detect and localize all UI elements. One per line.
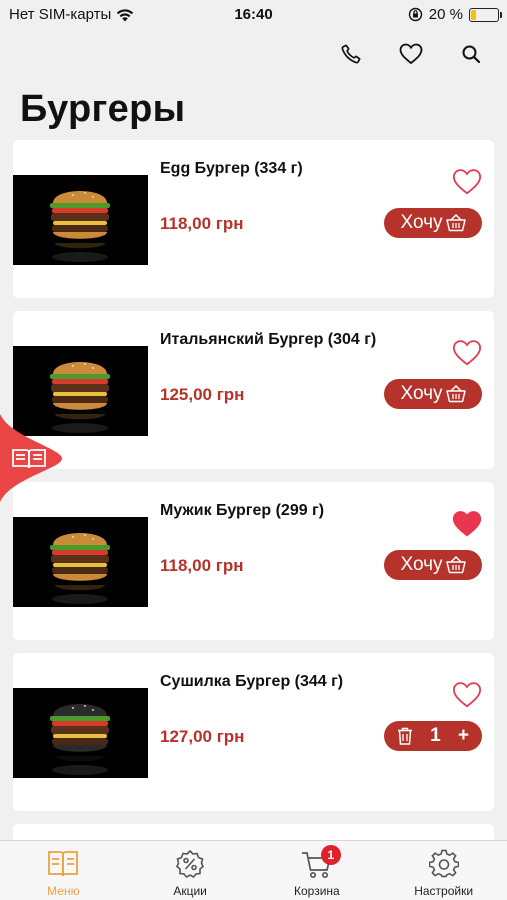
battery-fill (471, 9, 477, 20)
quantity-stepper: 1 + (384, 721, 482, 751)
phone-button[interactable] (335, 38, 367, 70)
basket-icon (445, 556, 466, 574)
product-photo (13, 688, 148, 778)
favorite-toggle-icon[interactable] (452, 681, 482, 709)
top-actions (335, 38, 487, 70)
menu-book-icon (45, 848, 81, 880)
increase-button[interactable]: + (458, 725, 469, 747)
product-name: Egg Бургер (334 г) (160, 160, 303, 177)
phone-icon (341, 44, 361, 64)
basket-icon (445, 385, 466, 403)
quantity-value: 1 (430, 725, 441, 746)
bottom-tab-bar: Меню Акции 1 Корзина Настройки (0, 840, 507, 900)
product-card[interactable]: Egg Бургер (334 г) 118,00 грн Хочу (13, 140, 494, 298)
tab-menu-label: Меню (47, 884, 80, 898)
add-to-cart-button[interactable]: Хочу (384, 379, 482, 409)
discount-badge-icon (172, 848, 208, 880)
add-to-cart-label: Хочу (400, 383, 443, 404)
cart-icon: 1 (299, 845, 341, 880)
tab-cart-label: Корзина (294, 884, 340, 898)
product-price: 118,00 грн (160, 556, 244, 575)
product-price: 125,00 грн (160, 385, 245, 404)
product-price: 127,00 грн (160, 727, 245, 746)
catalog-side-tab[interactable] (0, 414, 62, 502)
cart-badge: 1 (320, 845, 341, 865)
add-to-cart-label: Хочу (400, 554, 443, 575)
tab-menu[interactable]: Меню (0, 841, 127, 900)
tab-settings[interactable]: Настройки (380, 841, 507, 900)
status-right: 20 % (408, 6, 502, 23)
battery-icon (469, 7, 502, 22)
tab-cart[interactable]: 1 Корзина (254, 841, 381, 900)
basket-icon (445, 214, 466, 232)
product-name: Мужик Бургер (299 г) (160, 502, 325, 519)
add-to-cart-label: Хочу (400, 212, 443, 233)
search-icon (462, 45, 481, 64)
product-name: Итальянский Бургер (304 г) (160, 331, 377, 348)
tab-promotions-label: Акции (173, 884, 207, 898)
burger-image (50, 191, 110, 262)
rotation-lock-icon (408, 7, 422, 22)
product-name: Сушилка Бургер (344 г) (160, 673, 344, 690)
battery-percent: 20 % (428, 6, 463, 23)
product-card[interactable]: Итальянский Бургер (304 г) 125,00 грн Хо… (13, 311, 494, 469)
search-button[interactable] (455, 38, 487, 70)
favorite-toggle-icon[interactable] (452, 510, 482, 538)
favorite-toggle-icon[interactable] (452, 339, 482, 367)
add-to-cart-button[interactable]: Хочу (384, 550, 482, 580)
product-card[interactable]: Сушилка Бургер (344 г) 127,00 грн 1 + (13, 653, 494, 811)
product-photo (13, 517, 148, 607)
heart-outline-icon (399, 43, 423, 65)
product-card[interactable]: Мужик Бургер (299 г) 118,00 грн Хочу (13, 482, 494, 640)
status-bar: Нет SIM-карты 16:40 20 % (0, 0, 507, 30)
favorite-toggle-icon[interactable] (452, 168, 482, 196)
product-price: 118,00 грн (160, 214, 244, 233)
product-photo (13, 175, 148, 265)
burger-image (50, 704, 110, 775)
burger-image (50, 533, 110, 604)
tab-settings-label: Настройки (414, 884, 474, 898)
gear-icon (426, 848, 462, 880)
page-title: Бургеры (20, 88, 186, 130)
favorites-button[interactable] (395, 38, 427, 70)
trash-icon[interactable] (397, 727, 413, 745)
add-to-cart-button[interactable]: Хочу (384, 208, 482, 238)
tab-promotions[interactable]: Акции (127, 841, 254, 900)
